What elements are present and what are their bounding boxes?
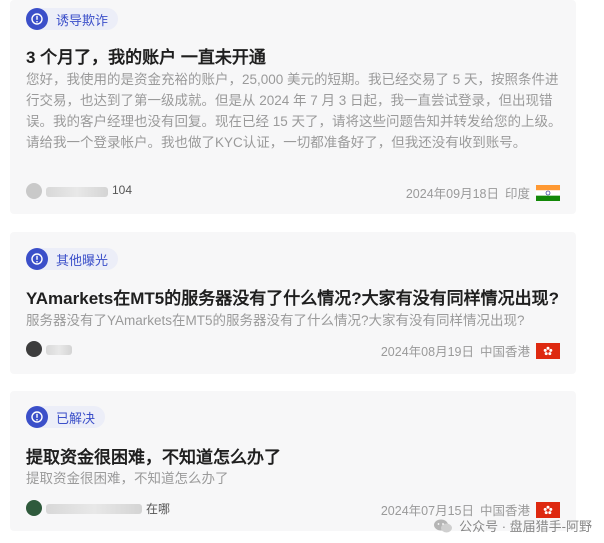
post-date: 2024年09月18日 <box>405 187 499 201</box>
wechat-icon <box>434 519 453 532</box>
post-location: 印度 <box>504 187 530 201</box>
avatar[interactable] <box>26 500 42 516</box>
post-date: 2024年08月19日 <box>380 345 474 359</box>
post-title[interactable]: YAmarkets在MT5的服务器没有了什么情况?大家有没有同样情况出现? <box>26 284 560 309</box>
username[interactable]: 104 <box>112 183 132 197</box>
tag-label: 已解决 <box>56 410 96 426</box>
tag-label: 其他曝光 <box>56 252 109 268</box>
post-meta: 2024年08月19日 中国香港 <box>26 341 560 359</box>
username-blur <box>46 187 108 197</box>
post-title[interactable]: 提取资金很困难，不知道怎么办了 <box>26 443 560 468</box>
tag-label: 诱导欺诈 <box>56 12 109 28</box>
category-tag[interactable]: 其他曝光 <box>26 248 119 270</box>
post-card[interactable]: 其他曝光 YAmarkets在MT5的服务器没有了什么情况?大家有没有同样情况出… <box>10 232 576 374</box>
india-flag-icon <box>536 184 560 201</box>
post-excerpt[interactable]: 提取资金很困难，不知道怎么办了 <box>26 468 564 489</box>
hong-kong-flag-icon <box>536 342 560 359</box>
category-tag[interactable]: 诱导欺诈 <box>26 8 119 30</box>
post-info: 2024年08月19日 中国香港 <box>381 341 560 360</box>
post-card[interactable]: 诱导欺诈 3 个月了，我的账户 一直未开通 您好，我使用的是资金充裕的账户，25… <box>10 0 576 214</box>
post-card[interactable]: 已解决 提取资金很困难，不知道怎么办了 提取资金很困难，不知道怎么办了 在哪 2… <box>10 391 576 531</box>
category-tag[interactable]: 已解决 <box>26 406 106 428</box>
avatar[interactable] <box>26 183 42 199</box>
post-excerpt[interactable]: 您好，我使用的是资金充裕的账户，25,000 美元的短期。我已经交易了 5 天，… <box>26 69 564 153</box>
post-title[interactable]: 3 个月了，我的账户 一直未开通 <box>26 43 560 68</box>
watermark: 公众号 · 盘届猎手-阿野 <box>433 516 592 535</box>
warning-icon <box>26 406 48 428</box>
post-excerpt[interactable]: 服务器没有了YAmarkets在MT5的服务器没有了什么情况?大家有没有同样情况… <box>26 310 564 331</box>
username[interactable]: 在哪 <box>146 500 170 517</box>
post-meta: 104 2024年09月18日 印度 <box>26 183 560 201</box>
username-blur <box>46 345 72 355</box>
avatar[interactable] <box>26 341 42 357</box>
post-location: 中国香港 <box>479 345 530 359</box>
watermark-text: 公众号 · 盘届猎手-阿野 <box>459 519 592 534</box>
warning-icon <box>26 248 48 270</box>
username-blur <box>46 504 142 514</box>
post-info: 2024年09月18日 印度 <box>406 183 560 202</box>
warning-icon <box>26 8 48 30</box>
